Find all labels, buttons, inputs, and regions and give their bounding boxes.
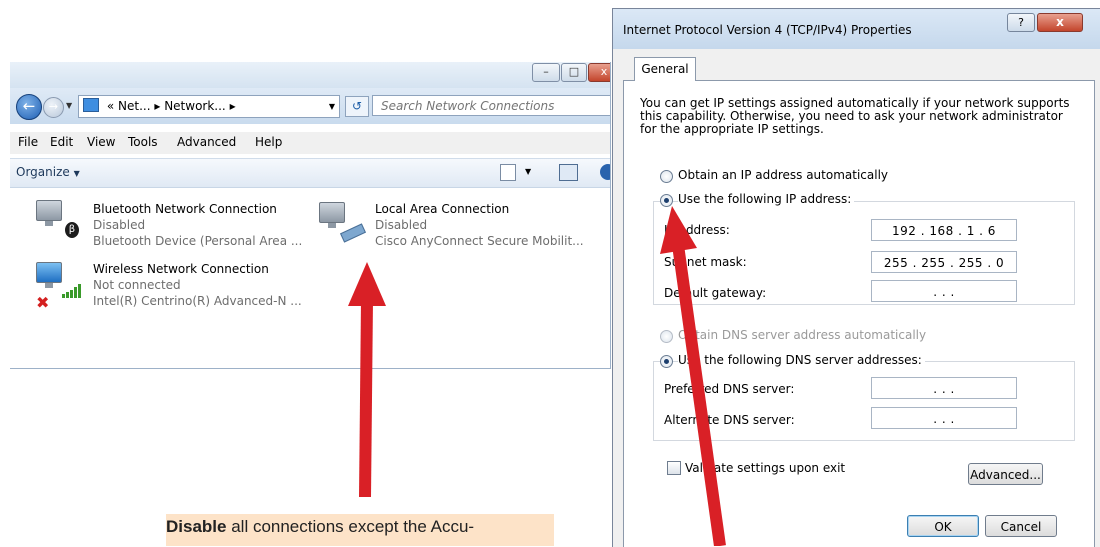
red-arrow-to-local-area [348, 262, 386, 498]
tab-general[interactable]: General [634, 57, 696, 81]
red-arrow-to-ip-settings [660, 206, 726, 546]
annotation-arrows [348, 206, 726, 546]
